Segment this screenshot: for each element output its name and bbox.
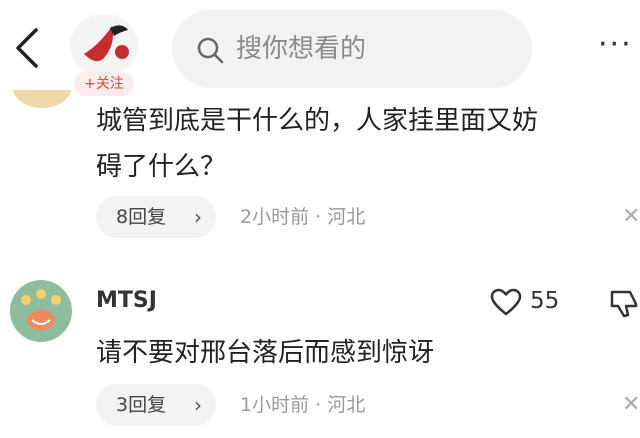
comment-text-line: 请不要对邢台落后而感到惊讶 bbox=[96, 338, 435, 368]
search-input[interactable]: 搜你想看的 bbox=[172, 10, 532, 88]
close-icon[interactable]: ✕ bbox=[622, 196, 640, 238]
heart-icon[interactable] bbox=[490, 288, 522, 316]
close-icon[interactable]: ✕ bbox=[622, 384, 640, 426]
replies-label: 8回复 bbox=[116, 206, 167, 228]
comment-meta: 1小时前 · 河北 bbox=[240, 394, 366, 416]
brand-logo-icon bbox=[70, 14, 138, 76]
account-avatar[interactable]: +关注 bbox=[66, 14, 142, 96]
thumbs-down-icon[interactable] bbox=[608, 288, 640, 318]
replies-label: 3回复 bbox=[116, 394, 167, 416]
top-bar: +关注 搜你想看的 ··· bbox=[0, 0, 640, 96]
follow-button[interactable]: +关注 bbox=[74, 72, 134, 96]
replies-button[interactable]: 3回复 › bbox=[96, 384, 216, 426]
comment-text-line: 城管到底是干什么的，人家挂里面又妨 bbox=[96, 106, 539, 136]
comment-username[interactable]: MTSJ bbox=[96, 284, 157, 318]
chevron-right-icon: › bbox=[194, 393, 202, 417]
avatar[interactable] bbox=[10, 280, 72, 342]
search-icon bbox=[197, 37, 224, 64]
comment-meta: 2小时前 · 河北 bbox=[240, 206, 366, 228]
back-chevron-icon[interactable] bbox=[10, 26, 44, 70]
chevron-right-icon: › bbox=[194, 205, 202, 229]
search-placeholder: 搜你想看的 bbox=[236, 34, 367, 64]
more-options-icon[interactable]: ··· bbox=[598, 30, 640, 60]
like-count: 55 bbox=[530, 288, 560, 314]
comment-text-line: 碍了什么？ bbox=[96, 152, 227, 182]
replies-button[interactable]: 8回复 › bbox=[96, 196, 216, 238]
